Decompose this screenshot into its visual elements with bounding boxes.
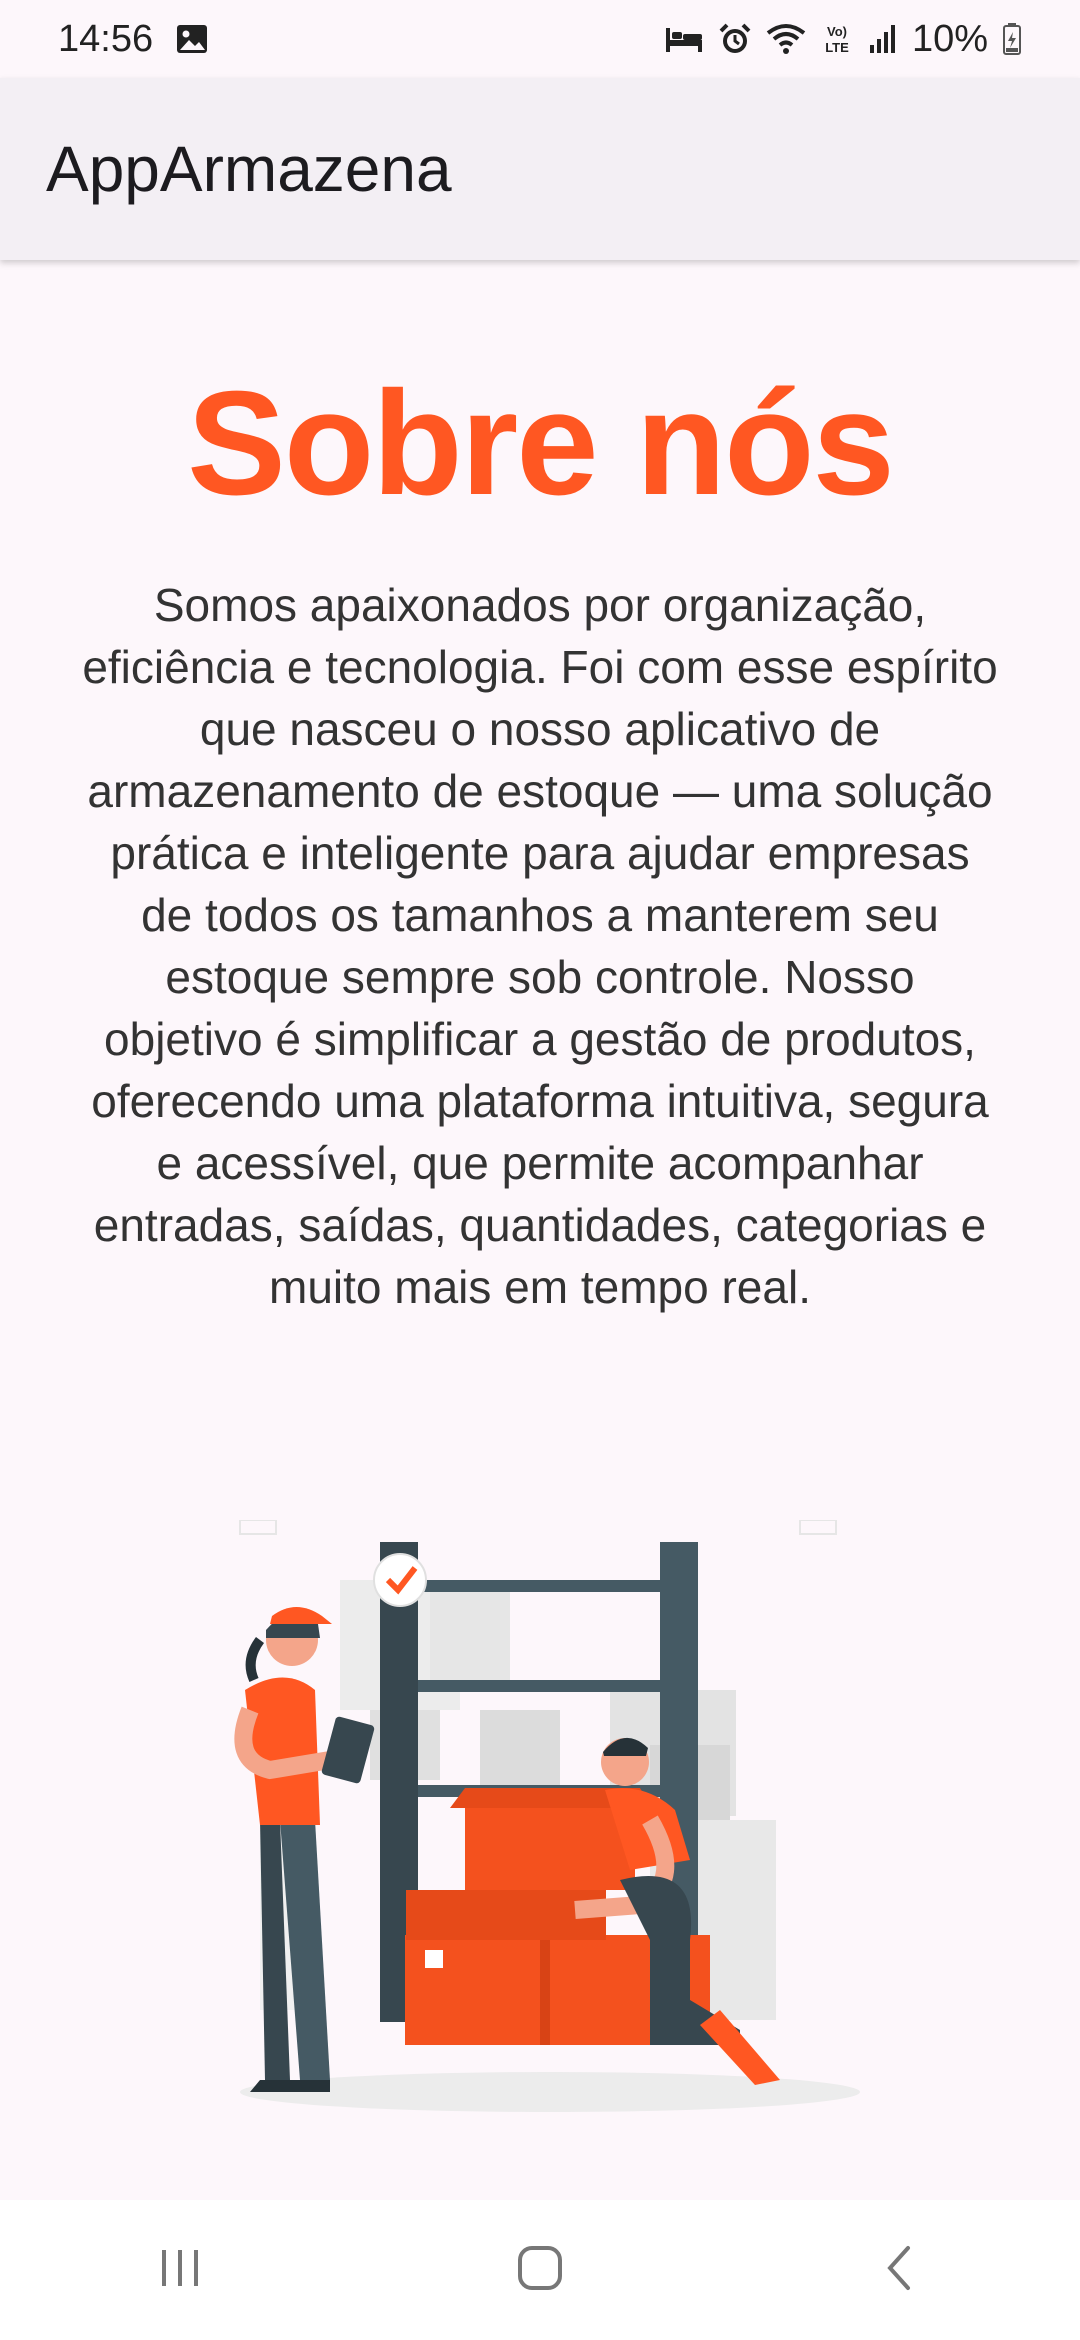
bed-icon bbox=[664, 24, 704, 54]
image-icon bbox=[175, 22, 209, 56]
status-time: 14:56 bbox=[58, 17, 154, 60]
app-bar: AppArmazena bbox=[0, 78, 1080, 260]
signal-icon bbox=[868, 23, 898, 55]
recent-apps-button[interactable] bbox=[100, 2220, 260, 2320]
app-title: AppArmazena bbox=[46, 133, 452, 205]
home-button[interactable] bbox=[460, 2220, 620, 2320]
svg-text:LTE: LTE bbox=[825, 40, 849, 55]
svg-text:Vo): Vo) bbox=[827, 24, 847, 39]
about-section: Sobre nós Somos apaixonados por organiza… bbox=[0, 260, 1080, 1318]
page-heading: Sobre nós bbox=[187, 361, 895, 526]
wifi-icon bbox=[766, 23, 806, 55]
battery-percent: 10% bbox=[911, 17, 988, 60]
status-bar: 14:56 Vo) LTE 10% bbox=[0, 0, 1080, 78]
volte-icon: Vo) LTE bbox=[820, 22, 854, 56]
recent-apps-icon bbox=[156, 2246, 204, 2295]
system-nav-bar bbox=[0, 2200, 1080, 2340]
back-icon bbox=[880, 2243, 920, 2298]
alarm-icon bbox=[718, 22, 752, 56]
back-button[interactable] bbox=[820, 2220, 980, 2320]
battery-icon bbox=[1002, 22, 1022, 56]
warehouse-illustration bbox=[220, 1519, 880, 2120]
home-icon bbox=[515, 2243, 565, 2298]
about-paragraph: Somos apaixonados por organização, efici… bbox=[82, 579, 998, 1313]
